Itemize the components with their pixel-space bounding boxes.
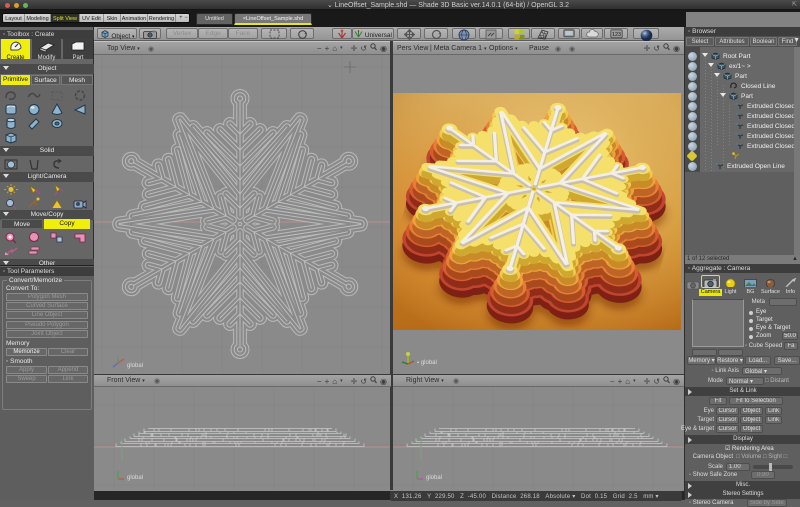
svg-text:123: 123 [611, 32, 620, 38]
